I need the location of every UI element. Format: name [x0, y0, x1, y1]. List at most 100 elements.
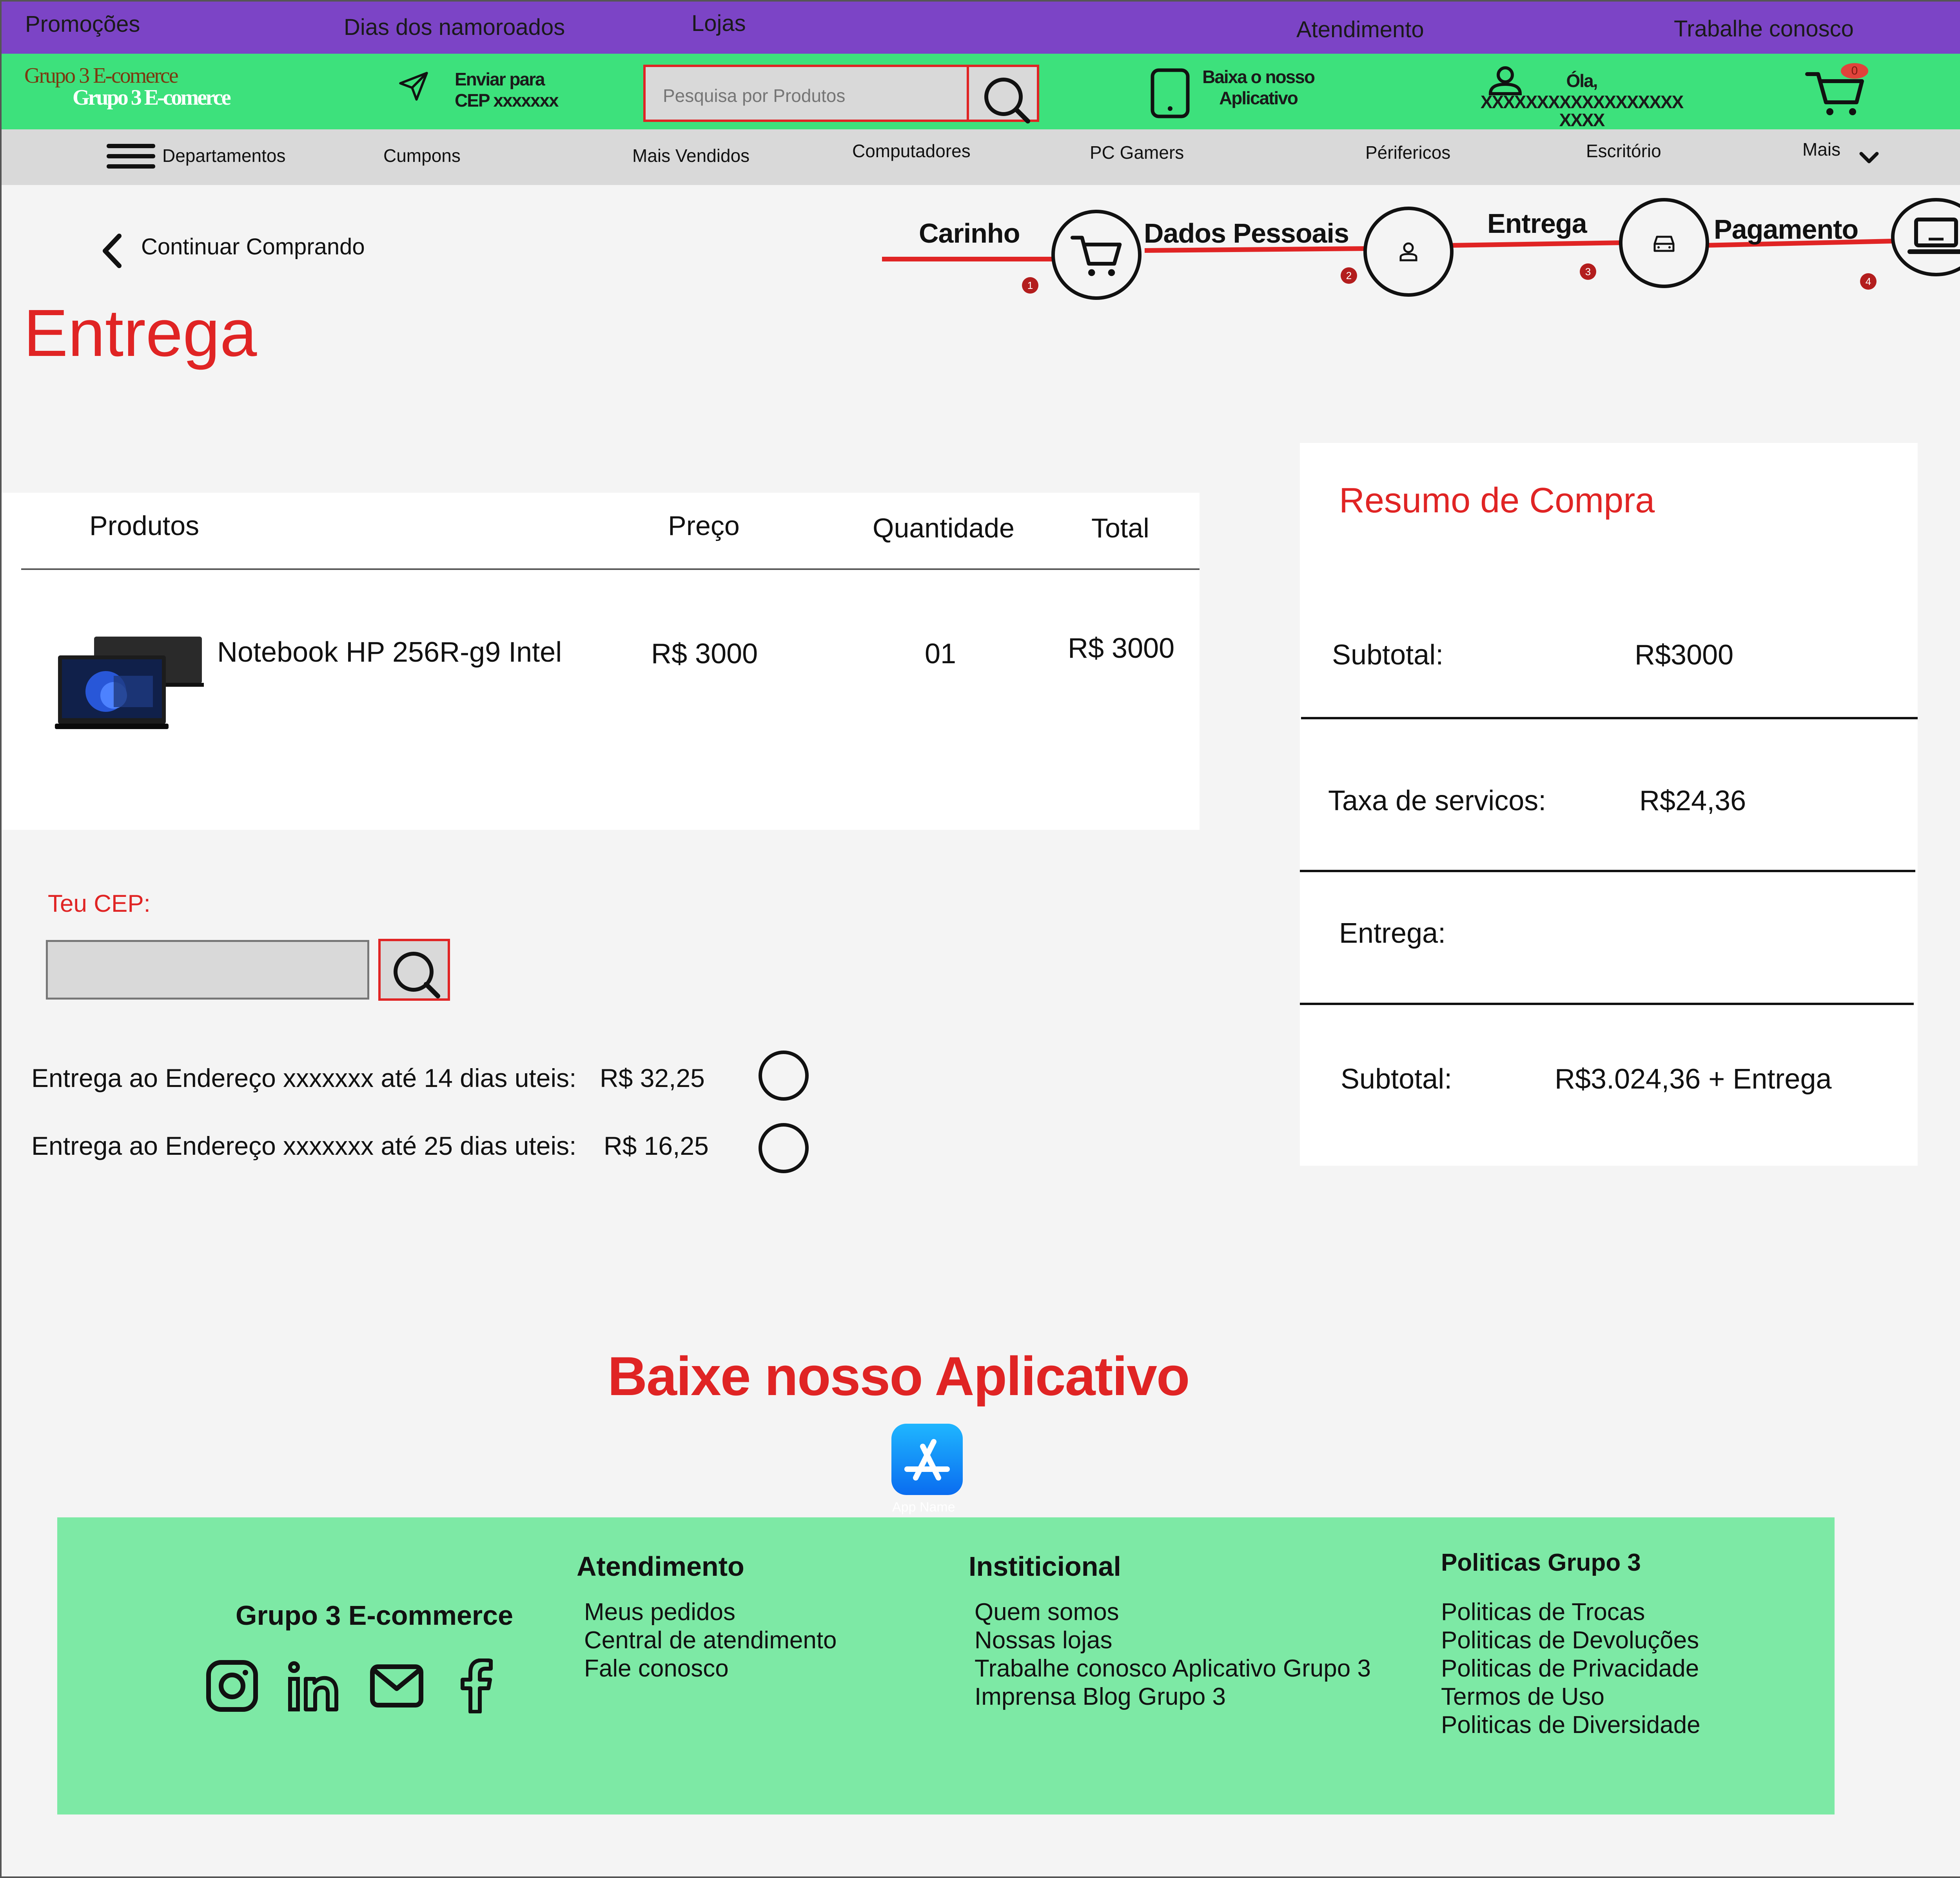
search-input[interactable] [663, 85, 1016, 106]
send-to-label: Enviar para [455, 69, 545, 89]
shipping-option-label: Entrega ao Endereço xxxxxxx até 14 dias … [31, 1063, 577, 1092]
send-to-cep[interactable] [396, 69, 431, 106]
summary-divider [1300, 1003, 1914, 1005]
car-icon [1653, 236, 1675, 252]
footer-col-title: Institicional [969, 1551, 1121, 1582]
top-promo-bar: Promoções Dias dos namoroados Lojas Aten… [0, 0, 1960, 54]
table-header-quantidade: Quantidade [873, 513, 1014, 543]
continue-shopping-link[interactable] [99, 231, 126, 272]
footer-link[interactable]: Politicas de Trocas [1441, 1598, 1700, 1626]
search-button[interactable] [967, 65, 1039, 123]
summary-row-label: Subtotal: [1332, 639, 1444, 671]
footer-link[interactable]: Meus pedidos [584, 1598, 837, 1626]
nav-mais-vendidos[interactable]: Mais Vendidos [632, 145, 750, 166]
cep-input[interactable] [46, 940, 369, 1000]
app-store-button[interactable] [891, 1424, 963, 1495]
summary-row-value: R$24,36 [1639, 785, 1746, 817]
product-name[interactable]: Notebook HP 256R-g9 Intel [217, 636, 562, 668]
step-circle-personal[interactable] [1363, 207, 1454, 297]
step-number-1: 1 [1022, 277, 1038, 294]
toplink-atendimento[interactable]: Atendimento [1296, 16, 1424, 43]
footer-link[interactable]: Trabalhe conosco Aplicativo Grupo 3 [975, 1655, 1371, 1683]
product-image[interactable] [55, 637, 204, 735]
footer-link[interactable]: Quem somos [975, 1598, 1371, 1626]
nav-computadores[interactable]: Computadores [852, 140, 971, 161]
product-total: R$ 3000 [1068, 633, 1175, 664]
main-header: Grupo 3 E-comerce Grupo 3 E-comerce Envi… [0, 54, 1960, 129]
instagram-icon[interactable] [205, 1658, 260, 1715]
footer-link[interactable]: Fale conosco [584, 1655, 837, 1683]
greeting-hello: Óla, [1566, 71, 1598, 91]
shipping-option-price: R$ 16,25 [604, 1131, 709, 1160]
table-header-preco: Preço [668, 510, 740, 541]
summary-row-value: R$3000 [1635, 639, 1734, 671]
send-icon [399, 72, 428, 101]
app-store-icon [904, 1439, 950, 1481]
footer-link[interactable]: Nossas lojas [975, 1626, 1371, 1655]
nav-cumpons[interactable]: Cumpons [383, 145, 461, 166]
progress-line-3 [1450, 240, 1623, 248]
footer-link[interactable]: Central de atendimento [584, 1626, 837, 1655]
shipping-option-radio[interactable] [759, 1123, 809, 1173]
product-quantity[interactable]: 01 [925, 638, 956, 670]
shipping-option-price: R$ 32,25 [600, 1063, 705, 1092]
summary-divider [1300, 870, 1915, 872]
toplink-trabalhe-conosco[interactable]: Trabalhe conosco [1674, 16, 1854, 42]
greeting-name: XXXXXXXXXXXXXXXXXX [1480, 92, 1684, 112]
nav-pc-gamers[interactable]: PC Gamers [1090, 142, 1184, 163]
toplink-dias-namorados[interactable]: Dias dos namoroados [344, 14, 565, 40]
cart-button[interactable]: 0 [1803, 63, 1868, 120]
nav-escritorio[interactable]: Escritório [1586, 140, 1661, 161]
chevron-left-icon [103, 234, 122, 268]
step-circle-cart[interactable] [1051, 210, 1142, 300]
category-nav: Departamentos Cumpons Mais Vendidos Comp… [0, 129, 1960, 185]
footer-link[interactable]: Termos de Uso [1441, 1683, 1700, 1711]
cep-search-button[interactable] [378, 939, 450, 1001]
greeting-name-2: XXXX [1559, 110, 1605, 130]
send-to-cep-value: CEP xxxxxxx [455, 90, 559, 111]
chevron-down-icon[interactable] [1857, 146, 1881, 169]
cart-icon [1070, 236, 1122, 276]
app-section-title: Baixe nosso Aplicativo [608, 1345, 1190, 1407]
shipping-option-radio[interactable] [759, 1051, 809, 1101]
step-circle-payment[interactable] [1891, 198, 1960, 276]
account-greeting[interactable]: Óla, XXXXXXXXXXXXXXXXXX XXXX [1474, 70, 1690, 130]
send-to-text[interactable]: Enviar para CEP xxxxxxx [455, 69, 559, 111]
footer-link[interactable]: Imprensa Blog Grupo 3 [975, 1683, 1371, 1711]
nav-departamentos[interactable]: Departamentos [162, 145, 286, 166]
toplink-lojas[interactable]: Lojas [691, 10, 746, 36]
footer-brand: Grupo 3 E-commerce [236, 1600, 513, 1631]
step-label-pagamento: Pagamento [1714, 214, 1858, 245]
continue-shopping-label[interactable]: Continuar Comprando [141, 234, 365, 260]
step-number-2: 2 [1341, 267, 1357, 284]
step-number-3: 3 [1580, 263, 1596, 280]
user-icon [1399, 242, 1417, 261]
step-label-carinho: Carinho [919, 218, 1020, 249]
footer-col-title: Politicas Grupo 3 [1441, 1549, 1641, 1576]
menu-icon[interactable] [107, 142, 155, 172]
footer-link[interactable]: Politicas de Devoluções [1441, 1626, 1700, 1655]
footer-link[interactable]: Politicas de Privacidade [1441, 1655, 1700, 1683]
table-header-produtos: Produtos [89, 510, 200, 541]
nav-perifericos[interactable]: Périfericos [1365, 142, 1450, 163]
product-price: R$ 3000 [651, 638, 758, 670]
search-box [643, 65, 1039, 123]
mail-icon[interactable] [369, 1660, 424, 1713]
products-table: Produtos Preço Quantidade Total Notebook… [2, 493, 1200, 830]
progress-line-1 [882, 257, 1056, 261]
facebook-icon[interactable] [457, 1658, 496, 1715]
summary-row-value: R$3.024,36 + Entrega [1555, 1063, 1832, 1095]
logo-text-primary: Grupo 3 E-comerce [24, 64, 179, 88]
footer-link[interactable]: Politicas de Diversidade [1441, 1711, 1700, 1739]
phone-icon [1151, 68, 1190, 118]
linkedin-icon[interactable] [285, 1658, 340, 1715]
page-title: Entrega [24, 296, 257, 370]
app-download-text[interactable]: Baixa o nosso Aplicativo [1192, 66, 1325, 109]
search-icon [984, 78, 1030, 123]
step-circle-delivery[interactable] [1619, 198, 1709, 288]
step-label-entrega: Entrega [1487, 208, 1587, 239]
toplink-promocoes[interactable]: Promoções [25, 11, 140, 37]
nav-mais[interactable]: Mais [1802, 139, 1840, 160]
app-download-link[interactable] [1149, 68, 1192, 121]
footer-col-title: Atendimento [577, 1551, 744, 1582]
